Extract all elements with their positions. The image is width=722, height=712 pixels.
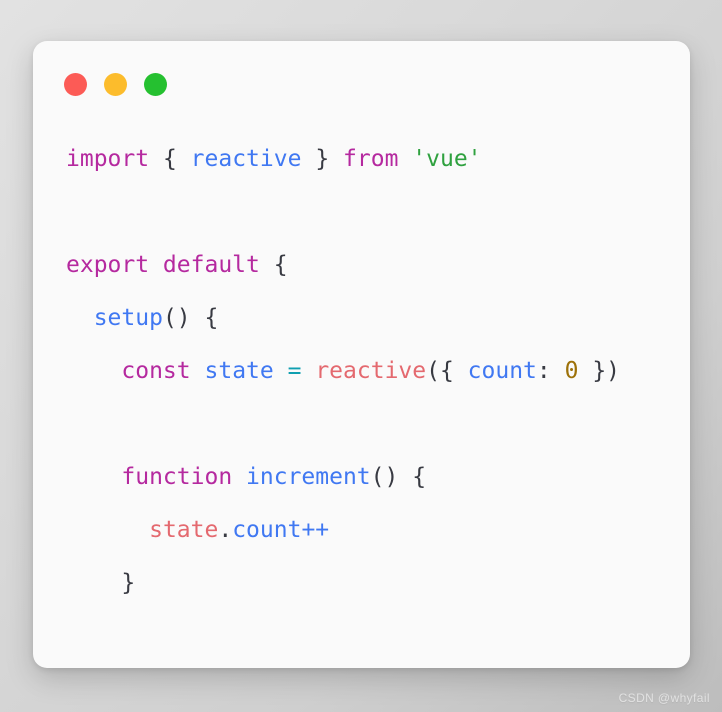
window-traffic-lights xyxy=(64,73,167,96)
code-token-num: 0 xyxy=(564,358,579,384)
code-token-var: count xyxy=(232,517,302,543)
code-line: const state = reactive({ count: 0 }) xyxy=(66,345,680,398)
code-token-op: = xyxy=(287,358,302,384)
code-token-punc: . xyxy=(218,517,233,543)
maximize-dot[interactable] xyxy=(144,73,167,96)
code-token-kw: export default xyxy=(66,252,260,278)
code-token-fn: setup xyxy=(93,305,163,331)
code-token-punc: { xyxy=(162,146,177,172)
code-token-punc: ({ xyxy=(426,358,468,384)
code-token-kw: from xyxy=(343,146,399,172)
code-snippet-card: import { reactive } from 'vue' export de… xyxy=(33,41,690,668)
code-token-fn: increment xyxy=(246,464,371,490)
code-line: import { reactive } from 'vue' xyxy=(66,133,680,186)
code-token-kw: import xyxy=(66,146,150,172)
close-dot[interactable] xyxy=(64,73,87,96)
code-token-kw: const xyxy=(121,358,191,384)
code-line: export default { xyxy=(66,239,680,292)
code-token-punc: () { xyxy=(162,305,219,331)
code-token-punc: { xyxy=(273,252,288,278)
code-token-punc: () { xyxy=(370,464,427,490)
code-line: function increment() { xyxy=(66,451,680,504)
code-token-str: 'vue' xyxy=(412,146,482,172)
code-token-var: ++ xyxy=(301,517,330,543)
code-token-punc: : xyxy=(536,358,565,384)
code-line: setup() { xyxy=(66,292,680,345)
code-token-kw: function xyxy=(121,464,233,490)
code-line: // 不要忘记同时暴露 increment 函数 xyxy=(66,663,680,668)
code-token-punc: }) xyxy=(578,358,621,384)
code-token-var: state xyxy=(204,358,274,384)
code-token-punc: } xyxy=(315,146,330,172)
code-line: state.count++ xyxy=(66,504,680,557)
code-token-call: reactive xyxy=(315,358,427,384)
code-token-var: count xyxy=(467,358,537,384)
watermark: CSDN @whyfail xyxy=(618,691,710,705)
code-token-call: state xyxy=(149,517,219,543)
code-line: } xyxy=(66,557,680,610)
code-token-var: reactive xyxy=(190,146,302,172)
code-token-punc: } xyxy=(121,570,136,596)
minimize-dot[interactable] xyxy=(104,73,127,96)
code-block: import { reactive } from 'vue' export de… xyxy=(66,133,680,668)
